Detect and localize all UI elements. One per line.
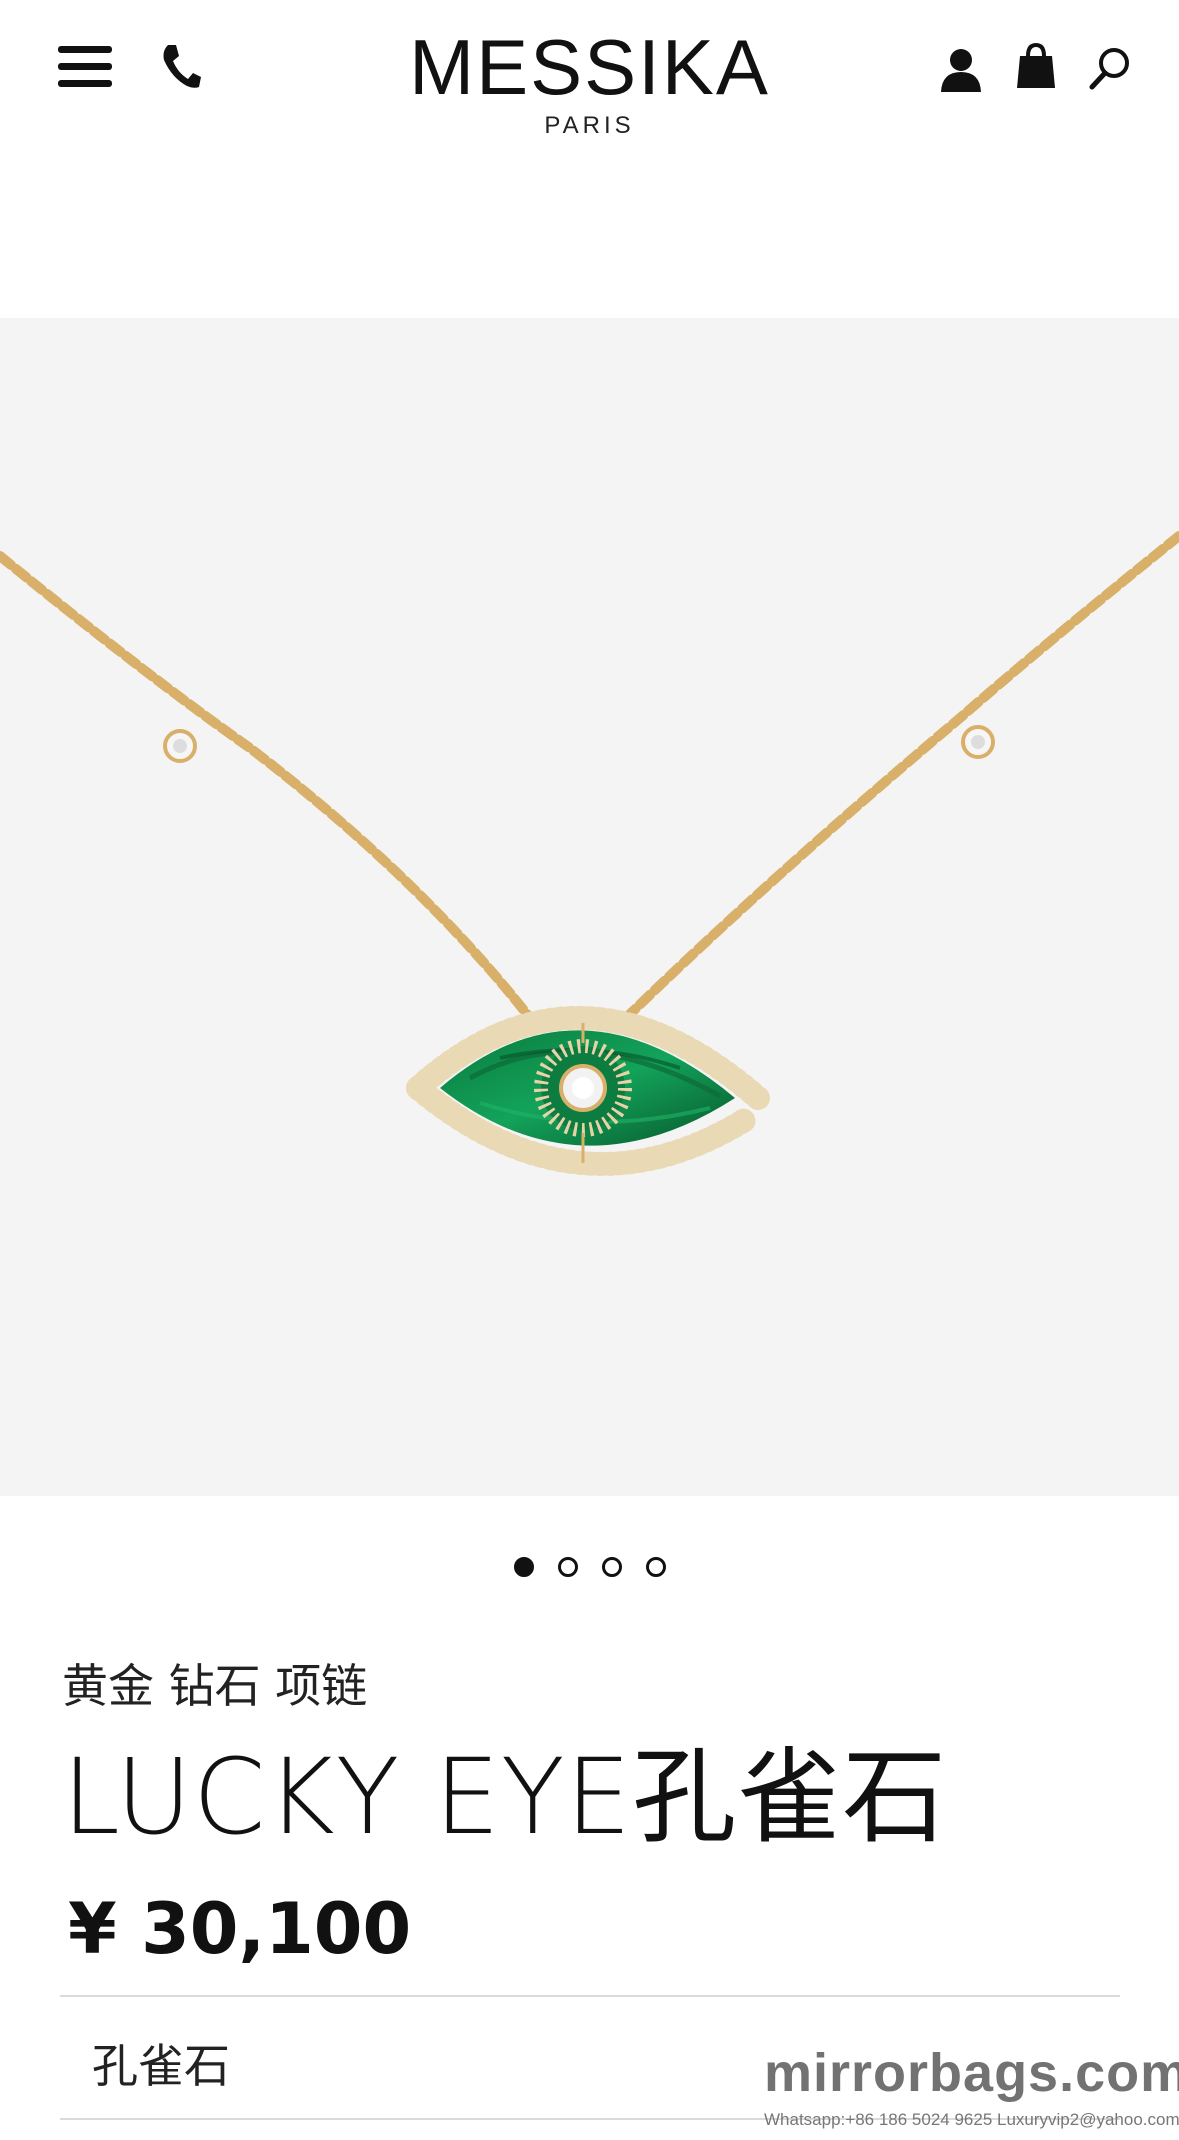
product-category: 黄金 钻石 项链 — [62, 1659, 368, 1713]
site-header: MESSIKA PARIS — [0, 0, 1179, 150]
watermark-text: mirrorbags.com — [764, 2043, 1179, 2103]
watermark-contact: Whatsapp:+86 186 5024 9625 Luxuryvip2@ya… — [764, 2110, 1179, 2129]
bag-icon[interactable] — [1016, 42, 1056, 90]
gallery-dot-2[interactable] — [557, 1556, 578, 1577]
account-icon[interactable] — [940, 48, 982, 92]
brand-logo[interactable]: MESSIKA — [0, 22, 1179, 113]
search-icon[interactable] — [1088, 46, 1132, 90]
necklace-image — [0, 531, 1179, 1176]
variant-selector[interactable]: 孔雀石 — [92, 2030, 230, 2096]
brand-subtitle: PARIS — [544, 112, 635, 139]
gallery-dot-1[interactable] — [513, 1556, 534, 1577]
watermark: mirrorbags.com Whatsapp:+86 186 5024 962… — [764, 2042, 1179, 2140]
product-price: ¥ 30,100 — [68, 1888, 412, 1970]
gallery-pagination — [0, 1556, 1179, 1586]
gallery-dot-4[interactable] — [645, 1556, 666, 1577]
gallery-dot-3[interactable] — [601, 1556, 622, 1577]
divider — [60, 1995, 1120, 1997]
product-image-gallery[interactable] — [0, 318, 1179, 1496]
product-title: LUCKY EYE孔雀石 — [62, 1736, 948, 1858]
